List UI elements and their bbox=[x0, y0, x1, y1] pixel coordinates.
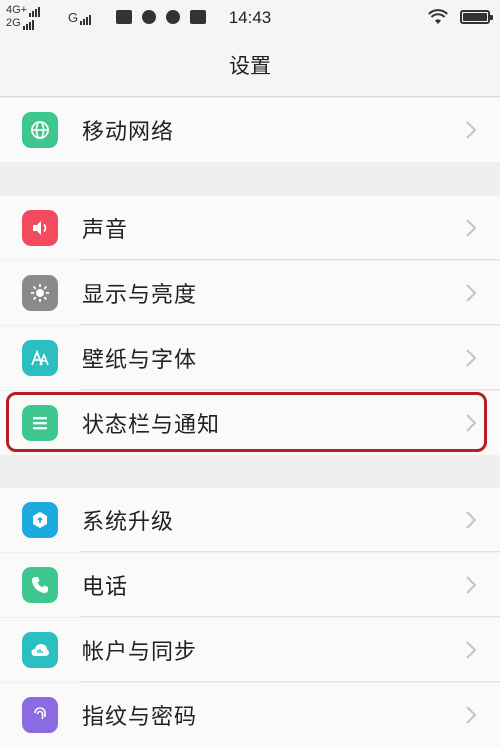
divider bbox=[80, 616, 500, 617]
settings-item-display[interactable]: 显示与亮度 bbox=[0, 261, 500, 325]
status-bar: 4G+ 2G G 14:43 bbox=[0, 0, 500, 36]
settings-item-label: 移动网络 bbox=[82, 120, 175, 145]
chevron-right-icon bbox=[466, 706, 477, 724]
settings-item-label: 壁纸与字体 bbox=[82, 348, 198, 373]
globe-icon bbox=[22, 112, 58, 148]
chevron-right-icon bbox=[466, 511, 477, 529]
settings-item-label: 系统升级 bbox=[82, 510, 175, 535]
divider bbox=[80, 324, 500, 325]
settings-item-label: 声音 bbox=[82, 218, 129, 243]
settings-item-phone[interactable]: 电话 bbox=[0, 553, 500, 617]
phone-icon bbox=[22, 567, 58, 603]
speaker-icon bbox=[22, 210, 58, 246]
chevron-right-icon bbox=[466, 219, 477, 237]
upgrade-icon bbox=[22, 502, 58, 538]
chevron-right-icon bbox=[466, 576, 477, 594]
settings-item-label: 帐户与同步 bbox=[82, 640, 198, 665]
settings-item-system-upgrade[interactable]: 系统升级 bbox=[0, 488, 500, 552]
clock: 14:43 bbox=[228, 8, 272, 27]
brightness-icon bbox=[22, 275, 58, 311]
divider bbox=[80, 681, 500, 682]
settings-item-sound[interactable]: 声音 bbox=[0, 196, 500, 260]
divider bbox=[80, 551, 500, 552]
cloud-icon bbox=[22, 632, 58, 668]
settings-item-label: 显示与亮度 bbox=[82, 283, 198, 308]
settings-item-fingerprint-password[interactable]: 指纹与密码 bbox=[0, 683, 500, 747]
page-title: 设置 bbox=[0, 36, 500, 97]
battery-icon bbox=[460, 10, 493, 24]
chevron-right-icon bbox=[466, 284, 477, 302]
settings-item-mobile-network[interactable]: 移动网络 bbox=[0, 98, 500, 162]
settings-item-statusbar-notifications[interactable]: 状态栏与通知 bbox=[0, 391, 500, 455]
divider bbox=[80, 389, 500, 390]
settings-item-label: 电话 bbox=[82, 575, 129, 600]
settings-item-wallpaper-font[interactable]: 壁纸与字体 bbox=[0, 326, 500, 390]
divider bbox=[80, 259, 500, 260]
fingerprint-icon bbox=[22, 697, 58, 733]
settings-item-label: 状态栏与通知 bbox=[82, 413, 221, 438]
chevron-right-icon bbox=[466, 349, 477, 367]
settings-item-label: 指纹与密码 bbox=[82, 705, 198, 730]
chevron-right-icon bbox=[466, 414, 477, 432]
chevron-right-icon bbox=[466, 641, 477, 659]
list-icon bbox=[22, 405, 58, 441]
wifi-icon bbox=[428, 9, 448, 24]
font-icon bbox=[22, 340, 58, 376]
settings-item-accounts-sync[interactable]: 帐户与同步 bbox=[0, 618, 500, 682]
chevron-right-icon bbox=[466, 121, 477, 139]
